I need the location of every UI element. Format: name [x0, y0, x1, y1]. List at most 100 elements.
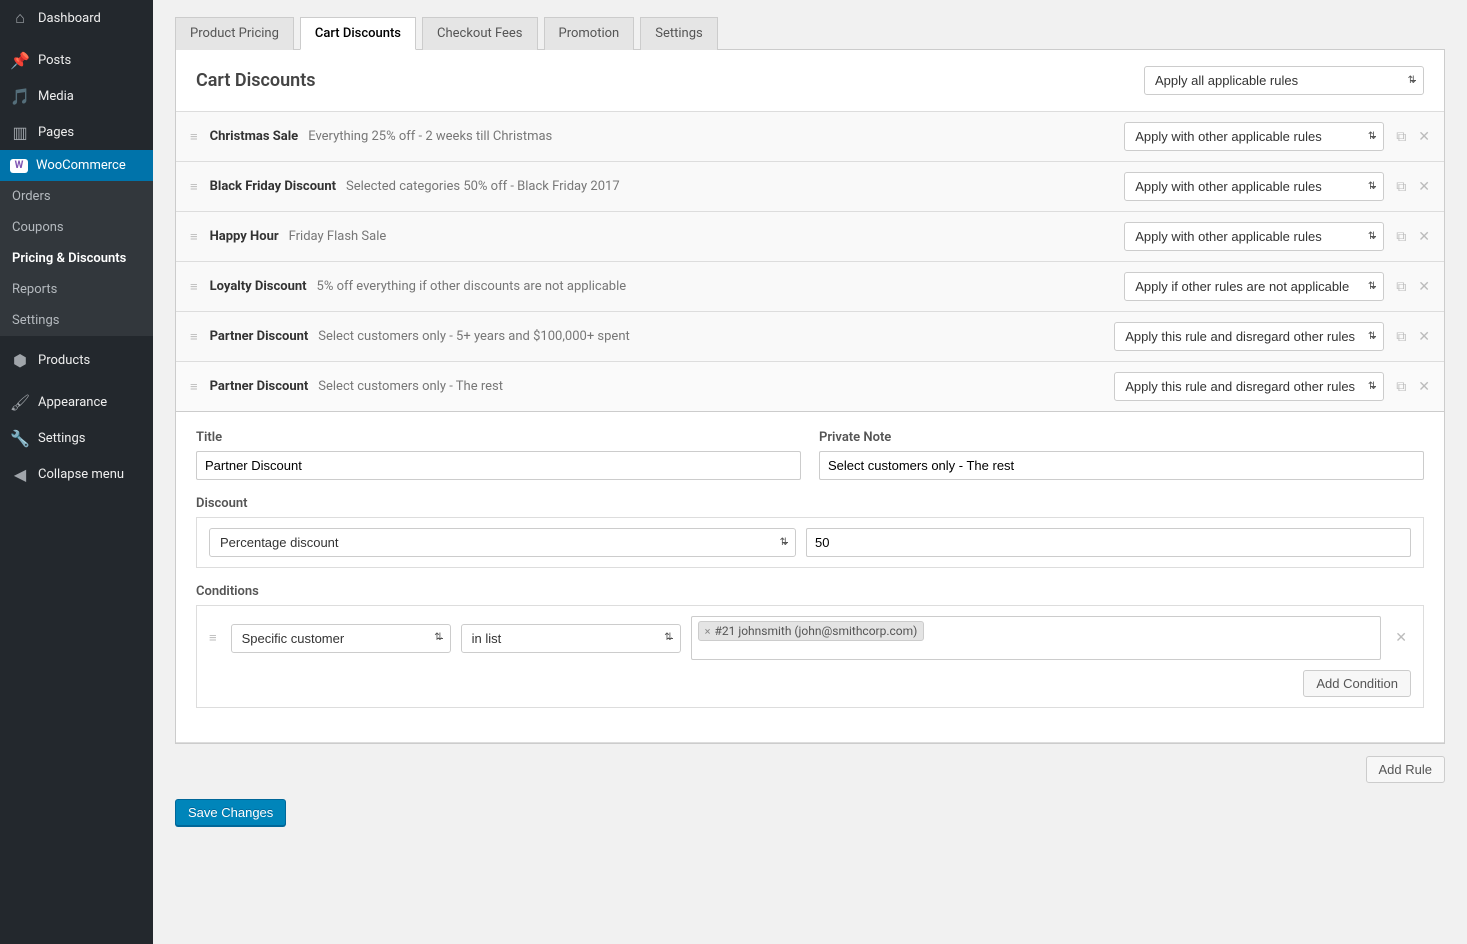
settings-icon: 🔧 [10, 428, 30, 448]
duplicate-icon[interactable]: ⧉ [1396, 329, 1406, 345]
sidebar-label: Media [38, 89, 74, 104]
rule-row[interactable]: ≡ Happy Hour Friday Flash Sale Apply wit… [176, 212, 1444, 262]
sidebar-item-appearance[interactable]: 🖌Appearance [0, 384, 153, 420]
discount-value-input[interactable] [806, 528, 1411, 557]
panel-header: Cart Discounts Apply all applicable rule… [176, 50, 1444, 111]
close-icon[interactable]: ✕ [1418, 329, 1430, 345]
conditions-label: Conditions [196, 584, 1424, 599]
rule-mode-select[interactable]: Apply this rule and disregard other rule… [1114, 322, 1384, 351]
products-icon: ⬢ [10, 350, 30, 370]
woo-icon: W [10, 159, 28, 173]
rule-row[interactable]: ≡ Partner Discount Select customers only… [176, 312, 1444, 362]
rule-mode-select[interactable]: Apply with other applicable rules [1124, 122, 1384, 151]
rule-title: Partner Discount [210, 379, 309, 394]
rule-row[interactable]: ≡ Loyalty Discount 5% off everything if … [176, 262, 1444, 312]
duplicate-icon[interactable]: ⧉ [1396, 279, 1406, 295]
sidebar-label: Pages [38, 125, 74, 140]
duplicate-icon[interactable]: ⧉ [1396, 229, 1406, 245]
global-rule-select[interactable]: Apply all applicable rules [1144, 66, 1424, 95]
rule-title: Partner Discount [210, 329, 309, 344]
rule-note: 5% off everything if other discounts are… [317, 279, 627, 294]
drag-handle-icon[interactable]: ≡ [190, 279, 198, 295]
private-note-input[interactable] [819, 451, 1424, 480]
collapse-icon: ◀ [10, 464, 30, 484]
close-icon[interactable]: ✕ [1418, 129, 1430, 145]
sidebar-item-posts[interactable]: 📌Posts [0, 42, 153, 78]
tabs: Product Pricing Cart Discounts Checkout … [175, 16, 1445, 50]
sidebar-item-products[interactable]: ⬢ Products [0, 342, 153, 378]
sidebar-sub-orders[interactable]: Orders [0, 181, 153, 212]
rule-row[interactable]: ≡ Christmas Sale Everything 25% off - 2 … [176, 112, 1444, 162]
remove-condition-icon[interactable]: ✕ [1391, 630, 1411, 646]
duplicate-icon[interactable]: ⧉ [1396, 179, 1406, 195]
rule-title: Happy Hour [210, 229, 279, 244]
tab-checkout-fees[interactable]: Checkout Fees [422, 17, 538, 50]
drag-handle-icon[interactable]: ≡ [190, 179, 198, 195]
sidebar-label: Orders [12, 189, 51, 204]
sidebar-label: Settings [38, 431, 85, 446]
rule-row[interactable]: ≡ Black Friday Discount Selected categor… [176, 162, 1444, 212]
discount-type-select[interactable]: Percentage discount [209, 528, 796, 557]
customer-tag: ×#21 johnsmith (john@smithcorp.com) [698, 621, 925, 641]
drag-handle-icon[interactable]: ≡ [190, 329, 198, 345]
rule-title: Christmas Sale [210, 129, 299, 144]
rule-note: Selected categories 50% off - Black Frid… [346, 179, 620, 194]
close-icon[interactable]: ✕ [1418, 179, 1430, 195]
sidebar-item-media[interactable]: 🎵Media [0, 78, 153, 114]
duplicate-icon[interactable]: ⧉ [1396, 129, 1406, 145]
drag-handle-icon[interactable]: ≡ [190, 229, 198, 245]
sidebar-item-settings[interactable]: 🔧 Settings [0, 420, 153, 456]
sidebar-sub-settings[interactable]: Settings [0, 305, 153, 336]
rule-note: Friday Flash Sale [289, 229, 387, 244]
tab-product-pricing[interactable]: Product Pricing [175, 17, 294, 50]
sidebar-label: Pricing & Discounts [12, 251, 126, 266]
drag-handle-icon[interactable]: ≡ [190, 129, 198, 145]
private-note-label: Private Note [819, 430, 1424, 445]
panel: Cart Discounts Apply all applicable rule… [175, 50, 1445, 744]
sidebar-sub-pricing-discounts[interactable]: Pricing & Discounts [0, 243, 153, 274]
tag-label: #21 johnsmith (john@smithcorp.com) [714, 624, 917, 638]
pin-icon: 📌 [10, 50, 30, 70]
save-changes-button[interactable]: Save Changes [175, 799, 286, 826]
rule-title: Black Friday Discount [210, 179, 336, 194]
condition-value-tagbox[interactable]: ×#21 johnsmith (john@smithcorp.com) [691, 616, 1382, 660]
sidebar-item-pages[interactable]: ▥Pages [0, 114, 153, 150]
rule-mode-select[interactable]: Apply with other applicable rules [1124, 222, 1384, 251]
sidebar-label: WooCommerce [36, 158, 126, 173]
duplicate-icon[interactable]: ⧉ [1396, 379, 1406, 395]
drag-handle-icon[interactable]: ≡ [190, 379, 198, 395]
page-title: Cart Discounts [196, 70, 316, 91]
rule-detail: Title Private Note Discount Percentage d… [176, 412, 1444, 743]
rule-note: Everything 25% off - 2 weeks till Christ… [308, 129, 552, 144]
sidebar-item-collapse[interactable]: ◀ Collapse menu [0, 456, 153, 492]
sidebar-item-woocommerce[interactable]: W WooCommerce [0, 150, 153, 181]
rule-mode-select[interactable]: Apply if other rules are not applicable [1124, 272, 1384, 301]
sidebar-label: Dashboard [38, 11, 101, 26]
global-rule-select-wrap: Apply all applicable rules ⇅ [1144, 66, 1424, 95]
close-icon[interactable]: ✕ [1418, 229, 1430, 245]
title-input[interactable] [196, 451, 801, 480]
tab-promotion[interactable]: Promotion [544, 17, 635, 50]
close-icon[interactable]: ✕ [1418, 379, 1430, 395]
sidebar-item-dashboard[interactable]: ⌂Dashboard [0, 0, 153, 36]
rule-mode-select[interactable]: Apply with other applicable rules [1124, 172, 1384, 201]
sidebar-sub-reports[interactable]: Reports [0, 274, 153, 305]
title-label: Title [196, 430, 801, 445]
discount-label: Discount [196, 496, 1424, 511]
add-condition-button[interactable]: Add Condition [1303, 670, 1411, 697]
add-rule-button[interactable]: Add Rule [1366, 756, 1445, 783]
sidebar-label: Collapse menu [38, 467, 124, 482]
sidebar-label: Products [38, 353, 90, 368]
close-icon[interactable]: ✕ [1418, 279, 1430, 295]
rule-row-expanded[interactable]: ≡ Partner Discount Select customers only… [176, 362, 1444, 412]
sidebar-sub-coupons[interactable]: Coupons [0, 212, 153, 243]
tab-cart-discounts[interactable]: Cart Discounts [300, 17, 416, 50]
condition-operator-select[interactable]: in list [461, 624, 681, 653]
admin-sidebar: ⌂Dashboard 📌Posts 🎵Media ▥Pages W WooComm… [0, 0, 153, 944]
rule-mode-select[interactable]: Apply this rule and disregard other rule… [1114, 372, 1384, 401]
tag-remove-icon[interactable]: × [705, 625, 711, 638]
tab-settings[interactable]: Settings [640, 17, 717, 50]
drag-handle-icon[interactable]: ≡ [209, 630, 217, 646]
rule-note: Select customers only - 5+ years and $10… [318, 329, 629, 344]
condition-type-select[interactable]: Specific customer [231, 624, 451, 653]
